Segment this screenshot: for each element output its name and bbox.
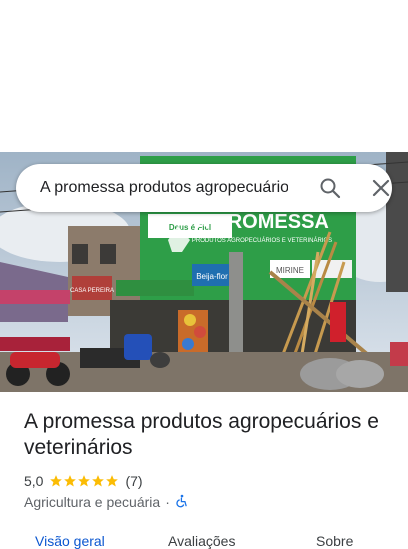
star-icon	[106, 475, 119, 487]
category-row: Agricultura e pecuária ·	[24, 493, 189, 511]
wheelchair-icon	[175, 494, 189, 511]
star-icon	[64, 475, 77, 487]
place-tabs: Visão geral Avaliações Sobre	[0, 528, 408, 549]
place-category: Agricultura e pecuária	[24, 494, 161, 510]
review-count[interactable]: (7)	[125, 473, 142, 489]
map-blank-area	[0, 0, 408, 152]
rating-row[interactable]: 5,0 (7)	[24, 472, 143, 490]
store-sign-name: A PROMESSA	[195, 211, 329, 233]
tab-about[interactable]: Sobre	[316, 533, 353, 549]
star-icon	[92, 475, 105, 487]
red-shop-sign-text: CASA PEREIRA	[70, 288, 114, 294]
rating-value: 5,0	[24, 473, 44, 489]
search-icon[interactable]	[318, 176, 342, 200]
separator-dot: ·	[165, 494, 170, 510]
sign-text-brand: MIRINE	[276, 266, 304, 275]
sign-text-beija-flor: Beija-flor	[196, 272, 228, 281]
search-input[interactable]	[40, 179, 288, 197]
tab-reviews[interactable]: Avaliações	[168, 533, 235, 549]
star-icon	[50, 475, 63, 487]
place-name: A promessa produtos agropecuários e vete…	[24, 410, 379, 459]
search-bar[interactable]	[16, 164, 392, 212]
close-icon[interactable]	[369, 176, 393, 200]
rating-stars	[49, 474, 119, 488]
tab-overview[interactable]: Visão geral	[35, 533, 105, 549]
star-icon	[78, 475, 91, 487]
store-sign-subtitle: PRODUTOS AGROPECUÁRIOS E VETERINÁRIOS	[192, 237, 332, 244]
